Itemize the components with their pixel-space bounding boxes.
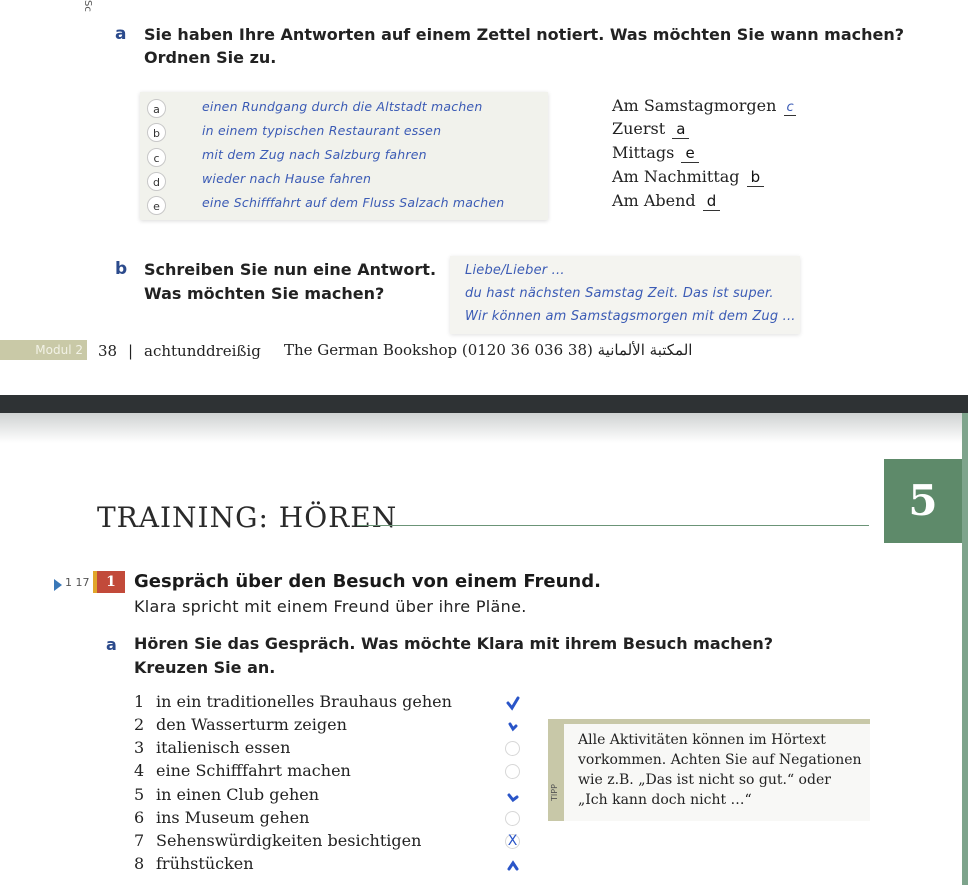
blue-tick-mark-icon xyxy=(508,722,518,732)
section-title: TRAINING: HÖREN xyxy=(97,501,398,534)
task-line2: Kreuzen Sie an. xyxy=(134,658,276,677)
exercise-a-line1: Sie haben Ihre Antworten auf einem Zette… xyxy=(144,25,905,44)
top-page: Sc a Sie haben Ihre Antworten auf einem … xyxy=(0,0,968,395)
time-answer-5: d xyxy=(702,192,721,211)
exercise-a-line2: Ordnen Sie zu. xyxy=(144,48,277,67)
task-line1: Hören Sie das Gespräch. Was möchte Klara… xyxy=(134,634,774,653)
tipp-label: TIPP xyxy=(549,784,559,801)
activity-key-e: e xyxy=(147,196,166,215)
audio-track-number: 1 17 xyxy=(65,576,90,589)
task-letter: a xyxy=(106,635,117,654)
modul-tab: Modul 2 xyxy=(0,340,87,360)
time-label-4: Am Nachmittag b xyxy=(612,167,765,187)
exercise-b-line2: Was möchten Sie machen? xyxy=(144,284,385,303)
item-number: 4 xyxy=(134,761,145,780)
activity-text-b: in einem typischen Restaurant essen xyxy=(202,123,442,138)
list-item: 6 ins Museum gehen xyxy=(134,808,309,827)
activity-text-c: mit dem Zug nach Salzburg fahren xyxy=(202,147,427,162)
checkbox-item-3[interactable] xyxy=(505,741,520,756)
exercise-subtitle: Klara spricht mit einem Freund über ihre… xyxy=(134,597,527,616)
page-gap-band xyxy=(0,395,968,413)
exercise-number-badge: 1 xyxy=(93,571,125,593)
item-number: 6 xyxy=(134,808,145,827)
tipp-line4: „Ich kann doch nicht …“ xyxy=(578,792,752,808)
item-number: 8 xyxy=(134,854,145,873)
tipp-line2: vorkommen. Achten Sie auf Negationen xyxy=(578,752,862,768)
item-text: ins Museum gehen xyxy=(156,808,310,827)
time-answer-4: b xyxy=(746,168,765,187)
exercise-a-letter: a xyxy=(115,24,127,44)
item-text: frühstücken xyxy=(156,854,254,873)
time-label-2: Zuerst a xyxy=(612,119,690,139)
page-number: 38 xyxy=(98,342,118,360)
exercise-b-letter: b xyxy=(115,259,128,279)
page-number-word: achtunddreißig xyxy=(144,342,261,360)
list-item: 5 in einen Club gehen xyxy=(134,785,319,804)
list-item: 8 frühstücken xyxy=(134,854,254,873)
checkbox-item-2[interactable] xyxy=(506,719,520,738)
time-answer-2: a xyxy=(672,120,690,139)
time-label-3: Mittags e xyxy=(612,143,699,163)
checkbox-item-7[interactable]: X xyxy=(505,834,520,849)
letter-note-line1: Liebe/Lieber ... xyxy=(465,263,565,278)
letter-note-line2: du hast nächsten Samstag Zeit. Das ist s… xyxy=(465,286,774,301)
list-item: 7 Sehenswürdigkeiten besichtigen xyxy=(134,831,421,850)
checkbox-item-4[interactable] xyxy=(505,764,520,779)
activity-key-b: b xyxy=(147,123,166,142)
blue-tick-mark-icon xyxy=(507,860,519,871)
item-number: 2 xyxy=(134,715,145,734)
item-text: Sehenswürdigkeiten besichtigen xyxy=(156,831,422,850)
item-text: in einen Club gehen xyxy=(156,785,320,804)
item-text: eine Schifffahrt machen xyxy=(156,761,351,780)
item-number: 5 xyxy=(134,785,145,804)
checkbox-item-6[interactable] xyxy=(505,811,520,826)
time-answer-1: c xyxy=(784,100,796,116)
activity-key-d: d xyxy=(147,172,166,191)
list-item: 4 eine Schifffahrt machen xyxy=(134,761,351,780)
tipp-line1: Alle Aktivitäten können im Hörtext xyxy=(578,732,826,748)
activity-text-a: einen Rundgang durch die Altstadt machen xyxy=(202,99,483,114)
section-title-rule xyxy=(357,525,869,526)
item-number: 3 xyxy=(134,738,145,757)
blue-tick-mark-icon xyxy=(506,696,520,711)
time-answer-3: e xyxy=(681,144,699,163)
checkbox-item-5[interactable] xyxy=(506,789,520,808)
page-separator: | xyxy=(128,342,134,360)
page-right-edge xyxy=(962,413,968,885)
bottom-page: 5 TRAINING: HÖREN 1 17 1 Gespräch über d… xyxy=(0,413,968,885)
list-item: 2 den Wasserturm zeigen xyxy=(134,715,347,734)
activity-key-a: a xyxy=(147,99,166,118)
time-label-text: Am Samstagmorgen xyxy=(612,96,777,115)
item-number: 1 xyxy=(134,692,145,711)
checkbox-item-8[interactable] xyxy=(506,858,520,877)
activity-key-c: c xyxy=(147,148,166,167)
tipp-text: Alle Aktivitäten können im Hörtext vorko… xyxy=(578,730,868,810)
exercise-title: Gespräch über den Besuch von einem Freun… xyxy=(134,571,601,592)
list-item: 3 italienisch essen xyxy=(134,738,290,757)
time-label-text: Am Abend xyxy=(612,191,696,210)
time-label-text: Zuerst xyxy=(612,119,666,138)
checkbox-item-1[interactable] xyxy=(505,696,521,716)
time-label-5: Am Abend d xyxy=(612,191,721,211)
time-label-1: Am Samstagmorgen c xyxy=(612,96,796,116)
page-top-shadow xyxy=(0,413,968,443)
chapter-number-box: 5 xyxy=(884,459,962,543)
time-label-text: Mittags xyxy=(612,143,675,162)
item-text: italienisch essen xyxy=(156,738,291,757)
bookshop-stamp: The German Bookshop (0120 36 036 38) الم… xyxy=(284,341,693,359)
activity-text-e: eine Schifffahrt auf dem Fluss Salzach m… xyxy=(202,195,505,210)
time-label-text: Am Nachmittag xyxy=(612,167,740,186)
side-chapter-label: Sc xyxy=(82,0,93,12)
item-text: den Wasserturm zeigen xyxy=(156,715,347,734)
tipp-line3: wie z.B. „Das ist nicht so gut.“ oder xyxy=(578,772,831,788)
item-number: 7 xyxy=(134,831,145,850)
item-text: in ein traditionelles Brauhaus gehen xyxy=(156,692,452,711)
tipp-strip xyxy=(548,719,564,821)
audio-play-icon[interactable] xyxy=(54,579,62,591)
activity-text-d: wieder nach Hause fahren xyxy=(202,171,372,186)
exercise-b-line1: Schreiben Sie nun eine Antwort. xyxy=(144,260,437,279)
blue-tick-mark-icon xyxy=(507,793,519,803)
letter-note-line3: Wir können am Samstagsmorgen mit dem Zug… xyxy=(465,309,796,324)
list-item: 1 in ein traditionelles Brauhaus gehen xyxy=(134,692,452,711)
